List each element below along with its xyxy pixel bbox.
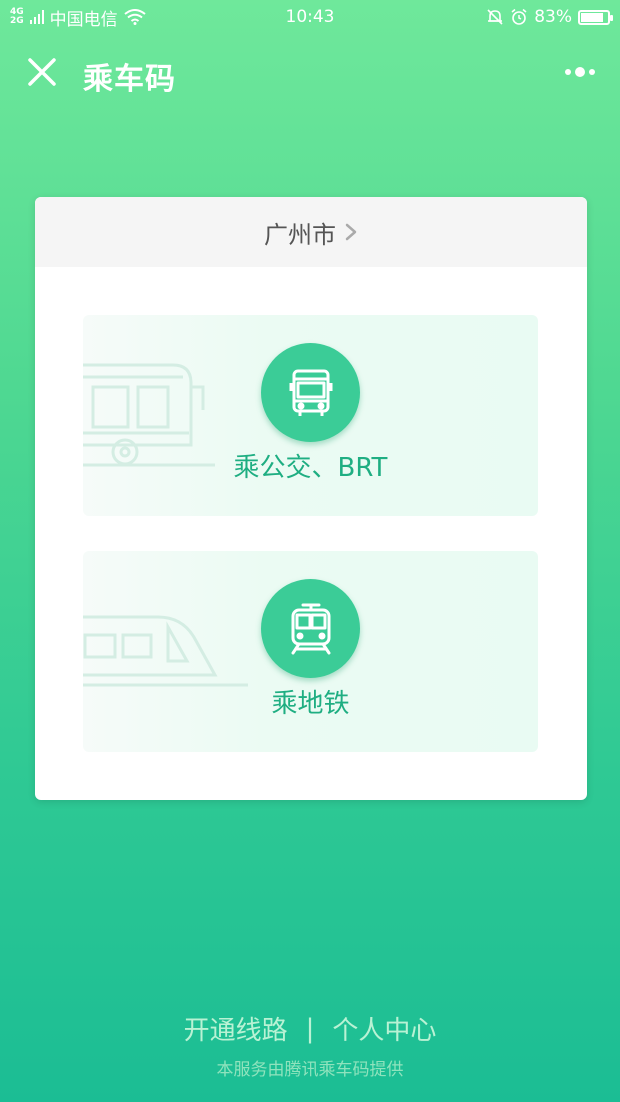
- ride-code-card: 广州市 乘公交、BRT 乘地铁: [35, 197, 587, 800]
- city-selector[interactable]: 广州市: [35, 197, 587, 267]
- city-name: 广州市: [264, 220, 336, 249]
- more-icon[interactable]: [558, 58, 602, 86]
- close-icon[interactable]: [22, 52, 62, 92]
- service-provider-note: 本服务由腾讯乘车码提供: [216, 1060, 404, 1080]
- status-left: 4G 2G 中国电信: [10, 5, 146, 30]
- status-bar: 4G 2G 中国电信 10:43 83%: [0, 0, 620, 34]
- mute-bell-icon: [487, 9, 503, 25]
- alarm-icon: [511, 8, 527, 25]
- bus-brt-label: 乘公交、BRT: [233, 453, 388, 483]
- wifi-icon: [124, 9, 146, 25]
- battery-icon: [578, 9, 613, 25]
- metro-option[interactable]: 乘地铁: [83, 551, 538, 752]
- network-type: 4G 2G: [10, 8, 24, 26]
- footer-separator: |: [305, 1013, 315, 1044]
- open-routes-link[interactable]: 开通线路: [184, 1010, 288, 1047]
- signal-icon: [29, 10, 44, 24]
- bus-brt-option[interactable]: 乘公交、BRT: [83, 315, 538, 516]
- status-right: 83%: [486, 7, 613, 27]
- metro-label: 乘地铁: [271, 689, 350, 719]
- chevron-right-icon: [345, 223, 357, 241]
- metro-icon: [291, 603, 330, 654]
- battery-fill: [581, 12, 603, 22]
- metro-icon-circle: [261, 579, 360, 678]
- battery-percent: 83%: [534, 7, 572, 27]
- bus-icon-circle: [261, 343, 360, 442]
- bus-icon: [289, 369, 332, 416]
- footer-links: 开通线路 | 个人中心: [0, 1010, 620, 1047]
- personal-center-link[interactable]: 个人中心: [332, 1010, 436, 1047]
- network-type-bottom: 2G: [10, 16, 24, 26]
- page-title: 乘车码: [83, 62, 176, 97]
- nav-bar: 乘车码: [0, 40, 620, 106]
- carrier-name: 中国电信: [49, 9, 118, 30]
